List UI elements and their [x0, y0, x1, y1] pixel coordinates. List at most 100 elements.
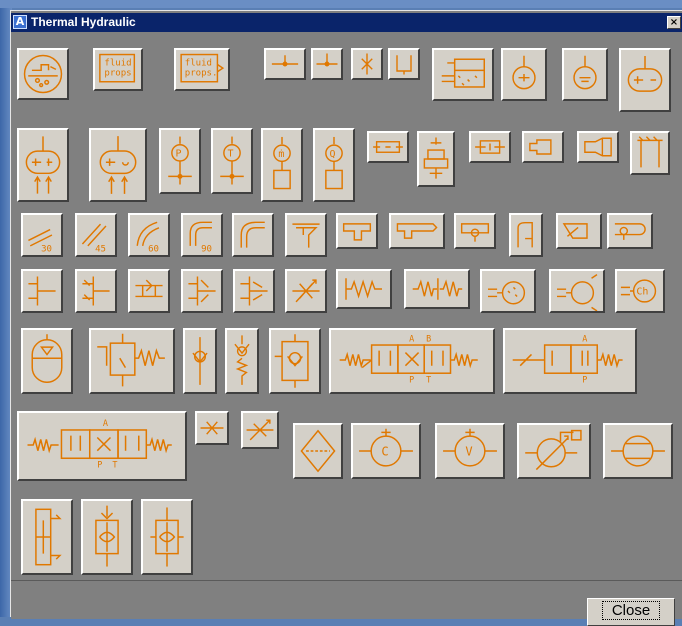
block-accumulator[interactable]	[21, 328, 73, 394]
block-t-junction[interactable]	[285, 213, 327, 257]
app-icon: A	[13, 15, 27, 29]
block-3way-valve[interactable]: AP	[503, 328, 637, 394]
block-temperature-sensor[interactable]: T	[211, 128, 253, 194]
svg-text:90: 90	[201, 244, 212, 254]
block-junction-merge[interactable]	[75, 269, 117, 313]
block-pipe[interactable]	[367, 131, 409, 163]
block-heat-source[interactable]	[619, 48, 671, 112]
block-fluid-reservoir[interactable]	[17, 48, 69, 100]
block-fluid-properties-1[interactable]: fluid props.	[93, 48, 143, 91]
sharp-tee-icon	[135, 279, 163, 298]
block-thermal-mass-c[interactable]	[89, 128, 147, 202]
block-fluid-properties-2[interactable]: fluid props.	[174, 48, 230, 91]
block-bend-90[interactable]: 90	[181, 213, 223, 257]
plug-icon	[361, 53, 373, 75]
block-hydraulic-motor[interactable]	[603, 423, 673, 479]
block-junction-split[interactable]	[21, 269, 63, 313]
block-sudden-expansion[interactable]	[522, 131, 564, 163]
mass-flow-sensor-icon: ṁ	[273, 136, 291, 190]
svg-text:props.: props.	[104, 68, 137, 78]
block-pressurized-reservoir[interactable]	[432, 48, 494, 101]
block-tee-junction[interactable]	[311, 48, 343, 80]
block-fixed-pump[interactable]: V	[435, 423, 505, 479]
pressure-sensor-icon: P	[168, 136, 192, 185]
tee-split-icon	[342, 223, 372, 241]
block-pressure-source[interactable]	[501, 48, 547, 101]
check-elbow-icon	[517, 221, 533, 248]
svg-text:B: B	[426, 333, 431, 343]
block-adjustable-orifice[interactable]	[241, 411, 279, 449]
block-flow-restriction[interactable]	[607, 213, 653, 249]
block-bend-30[interactable]: 30	[21, 213, 63, 257]
svg-text:30: 30	[41, 244, 52, 254]
svg-text:fluid: fluid	[104, 58, 131, 68]
block-pipe-bend[interactable]	[469, 131, 511, 163]
block-library-panel: fluid props. fluid props. P T ṁ Q 30 45 …	[11, 33, 682, 626]
block-plug[interactable]	[351, 48, 383, 80]
close-icon[interactable]: ×	[667, 16, 681, 29]
block-tank-wall[interactable]	[630, 131, 670, 175]
tank-wall-icon	[637, 136, 663, 168]
y-junction-icon	[240, 276, 268, 306]
block-pressure-sensor[interactable]: P	[159, 128, 201, 194]
pipe-bend-icon	[475, 140, 505, 154]
block-filter[interactable]	[293, 423, 343, 479]
block-cylinder[interactable]	[21, 499, 73, 575]
block-double-spring[interactable]	[404, 269, 470, 309]
orifice-icon	[460, 223, 490, 242]
tee-icon	[316, 53, 338, 67]
bend-45-icon: 45	[81, 223, 107, 254]
block-spring-check-valve[interactable]	[225, 328, 259, 394]
block-check-elbow[interactable]	[509, 213, 543, 257]
block-4way-3pos-valve[interactable]: A PT	[17, 411, 187, 481]
block-compressor[interactable]: C	[351, 423, 421, 479]
block-check-valve[interactable]	[183, 328, 217, 394]
block-elbow[interactable]	[232, 213, 274, 257]
block-heat-transfer-chamber[interactable]	[549, 269, 605, 313]
title-bar[interactable]: A Thermal Hydraulic ×	[11, 13, 682, 32]
close-button-label: Close	[601, 601, 661, 620]
block-variable-pump[interactable]	[517, 423, 591, 479]
block-thermal-mass-e[interactable]	[17, 128, 69, 202]
svg-text:ṁ: ṁ	[278, 149, 284, 160]
pressure-source-icon	[512, 55, 536, 90]
block-orifice[interactable]	[454, 213, 496, 249]
filter-icon	[300, 429, 336, 473]
block-bend-60[interactable]: 60	[128, 213, 170, 257]
block-chamber[interactable]: Ch	[615, 269, 665, 313]
block-pressure-relief-valve[interactable]	[89, 328, 175, 394]
block-flow-meter-bidirectional[interactable]	[141, 499, 193, 575]
block-flow-meter[interactable]	[81, 499, 133, 575]
block-heat-transfer-tank[interactable]	[480, 269, 536, 313]
relief-valve-icon	[97, 333, 165, 387]
4way-valve-icon: A B P T	[339, 333, 478, 385]
block-open-tank[interactable]	[388, 48, 420, 80]
block-4way-valve[interactable]: A B P T	[329, 328, 495, 394]
block-variable-area[interactable]	[556, 213, 602, 249]
svg-text:P: P	[409, 375, 414, 385]
block-variable-restrictor[interactable]	[285, 269, 327, 313]
block-y-junction[interactable]	[233, 269, 275, 313]
block-mass-flow-sensor[interactable]: ṁ	[261, 128, 303, 202]
block-bend-45[interactable]: 45	[75, 213, 117, 257]
block-pilot-check-valve[interactable]	[269, 328, 321, 394]
block-flow-source[interactable]	[562, 48, 608, 101]
block-spring-damper[interactable]	[336, 269, 392, 309]
block-connection-node[interactable]	[264, 48, 306, 80]
junction-merge-icon	[82, 276, 110, 306]
long-tee-icon	[396, 223, 438, 239]
close-button[interactable]: Close	[587, 598, 675, 626]
block-round-tee[interactable]	[181, 269, 223, 313]
block-tee-split[interactable]	[336, 213, 378, 249]
block-heat-exchanger[interactable]	[417, 131, 455, 187]
block-sharp-tee[interactable]	[128, 269, 170, 313]
svg-text:V: V	[465, 445, 472, 459]
svg-text:P: P	[582, 375, 587, 385]
heat-exchanger-icon	[423, 137, 449, 179]
block-long-tee[interactable]	[389, 213, 445, 249]
block-gradual-contraction[interactable]	[577, 131, 619, 163]
pilot-check-icon	[274, 334, 309, 388]
block-fixed-orifice[interactable]	[195, 411, 229, 445]
spring-icon	[345, 278, 382, 300]
block-volume-flow-sensor[interactable]: Q	[313, 128, 355, 202]
